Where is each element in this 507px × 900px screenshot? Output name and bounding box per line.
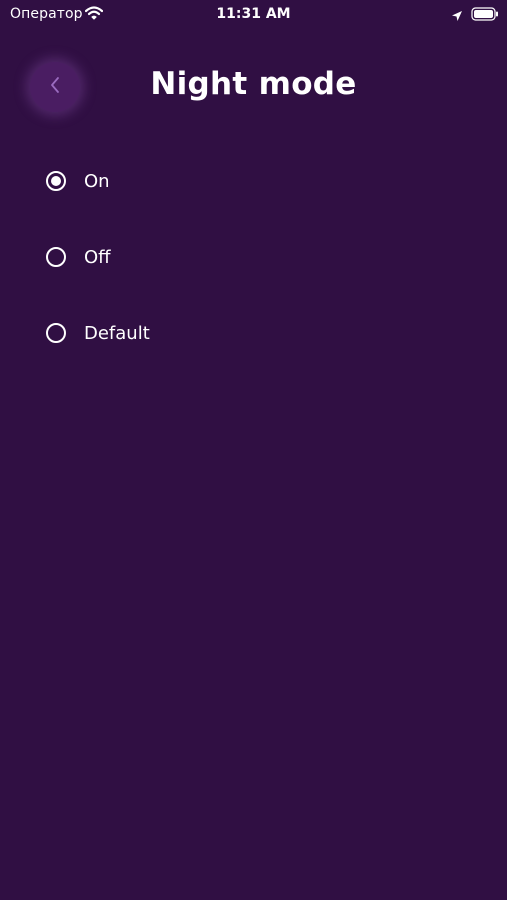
radio-off[interactable] [46,247,66,267]
radio-default[interactable] [46,323,66,343]
option-off[interactable]: Off [46,243,150,271]
option-label-off: Off [84,246,111,268]
radio-on[interactable] [46,171,66,191]
night-mode-options: On Off Default [46,167,150,395]
option-on[interactable]: On [46,167,150,195]
option-label-on: On [84,170,110,192]
option-label-default: Default [84,322,150,344]
battery-icon [471,6,499,25]
status-time: 11:31 AM [216,6,291,22]
page-title: Night mode [150,66,357,102]
location-arrow-icon [451,7,463,26]
status-bar: Оператор 11:31 AM [0,0,507,28]
option-default[interactable]: Default [46,319,150,347]
